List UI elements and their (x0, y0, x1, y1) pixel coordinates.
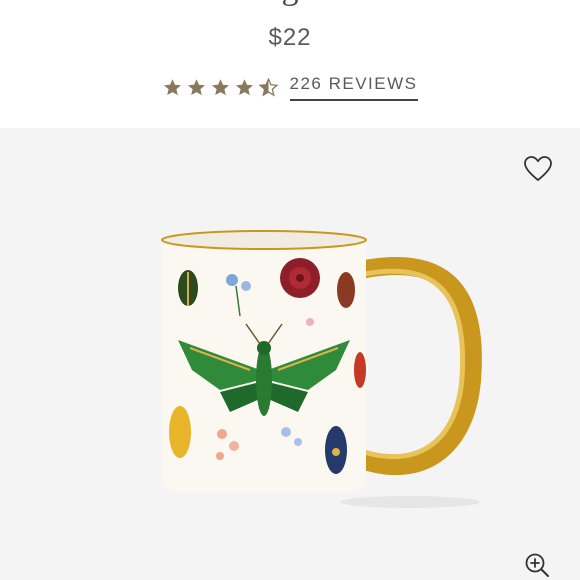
star-half-icon (258, 78, 278, 97)
rating-row: 226 REVIEWS (0, 74, 580, 101)
rose-illustration (280, 258, 320, 298)
heart-icon[interactable] (524, 156, 552, 182)
product-price: $22 (268, 24, 312, 51)
star-icon (211, 79, 229, 96)
mug-handle (351, 257, 482, 476)
star-icon (235, 79, 253, 96)
star-icon (187, 79, 205, 96)
zoom-in-icon[interactable] (524, 552, 550, 578)
product-image-panel[interactable] (0, 128, 580, 580)
star-icon (163, 79, 181, 96)
mug-image (161, 230, 482, 508)
reviews-link[interactable]: 226 REVIEWS (289, 74, 418, 101)
star-rating (163, 78, 278, 97)
product-title-fragment: g (0, 0, 580, 6)
